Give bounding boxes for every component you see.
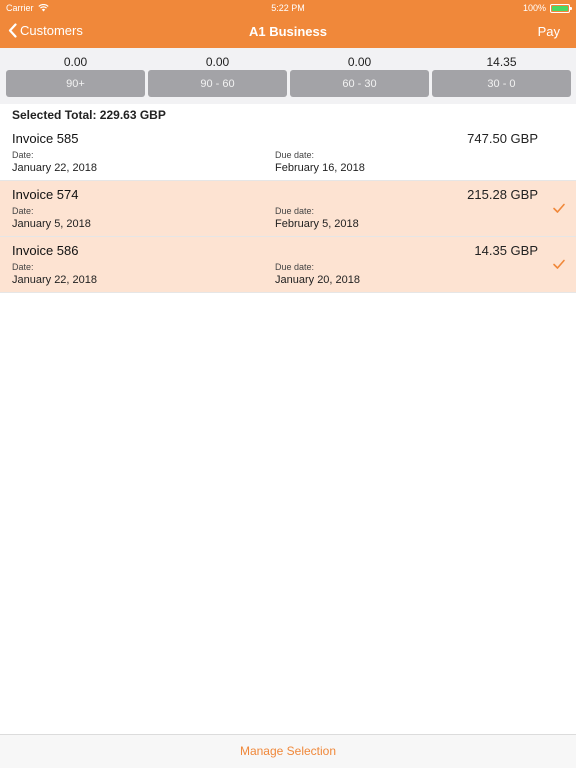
invoice-title: Invoice 585 — [12, 131, 79, 146]
battery-percent: 100% — [522, 3, 546, 13]
nav-row: Customers A1 Business Pay — [0, 16, 576, 48]
invoice-date: January 5, 2018 — [12, 218, 91, 230]
aging-bucket-60-30-button[interactable]: 60 - 30 — [290, 70, 429, 97]
invoice-amount: 14.35 GBP — [474, 243, 538, 258]
aging-column-90-plus: 0.00 90+ — [6, 48, 145, 104]
date-label: Date: — [12, 206, 34, 216]
invoice-row[interactable]: Invoice 574 215.28 GBP Date: January 5, … — [0, 181, 576, 237]
invoice-list: Invoice 585 747.50 GBP Date: January 22,… — [0, 125, 576, 293]
invoice-row[interactable]: Invoice 585 747.50 GBP Date: January 22,… — [0, 125, 576, 181]
battery-status: 100% — [522, 3, 572, 13]
aging-column-90-60: 0.00 90 - 60 — [148, 48, 287, 104]
aging-amount: 0.00 — [347, 55, 372, 69]
invoice-date: January 22, 2018 — [12, 274, 98, 286]
aging-bucket-30-0-button[interactable]: 30 - 0 — [432, 70, 571, 97]
aging-bucket-90-plus-button[interactable]: 90+ — [6, 70, 145, 97]
status-time: 5:22 PM — [271, 3, 305, 13]
checkmark-icon — [553, 203, 565, 213]
due-date-label: Due date: — [275, 150, 315, 160]
aging-summary: 0.00 90+ 0.00 90 - 60 0.00 60 - 30 14.35… — [0, 48, 576, 104]
manage-selection-button[interactable]: Manage Selection — [0, 744, 576, 758]
invoice-date: January 22, 2018 — [12, 162, 98, 174]
invoice-title: Invoice 574 — [12, 187, 79, 202]
status-bar: Carrier 5:22 PM 100% — [0, 0, 576, 16]
aging-amount: 0.00 — [63, 55, 88, 69]
aging-column-60-30: 0.00 60 - 30 — [290, 48, 429, 104]
invoice-title: Invoice 586 — [12, 243, 79, 258]
date-label: Date: — [12, 150, 34, 160]
aging-bucket-90-60-button[interactable]: 90 - 60 — [148, 70, 287, 97]
invoice-due-date: February 16, 2018 — [275, 162, 365, 174]
battery-icon — [550, 3, 572, 13]
date-label: Date: — [12, 262, 34, 272]
navigation-header: Carrier 5:22 PM 100% Customers A1 Busine… — [0, 0, 576, 48]
page-title: A1 Business — [248, 24, 328, 39]
aging-amount: 0.00 — [205, 55, 230, 69]
pay-button[interactable]: Pay — [538, 24, 560, 39]
bottom-toolbar: Manage Selection — [0, 734, 576, 768]
aging-amount: 14.35 — [486, 55, 517, 69]
due-date-label: Due date: — [275, 206, 315, 216]
checkmark-icon — [553, 259, 565, 269]
invoice-amount: 747.50 GBP — [467, 131, 538, 146]
invoice-due-date: January 20, 2018 — [275, 274, 361, 286]
due-date-label: Due date: — [275, 262, 315, 272]
invoice-amount: 215.28 GBP — [467, 187, 538, 202]
invoice-due-date: February 5, 2018 — [275, 218, 359, 230]
selected-total: Selected Total: 229.63 GBP — [12, 108, 166, 122]
aging-column-30-0: 14.35 30 - 0 — [432, 48, 571, 104]
invoice-row[interactable]: Invoice 586 14.35 GBP Date: January 22, … — [0, 237, 576, 293]
